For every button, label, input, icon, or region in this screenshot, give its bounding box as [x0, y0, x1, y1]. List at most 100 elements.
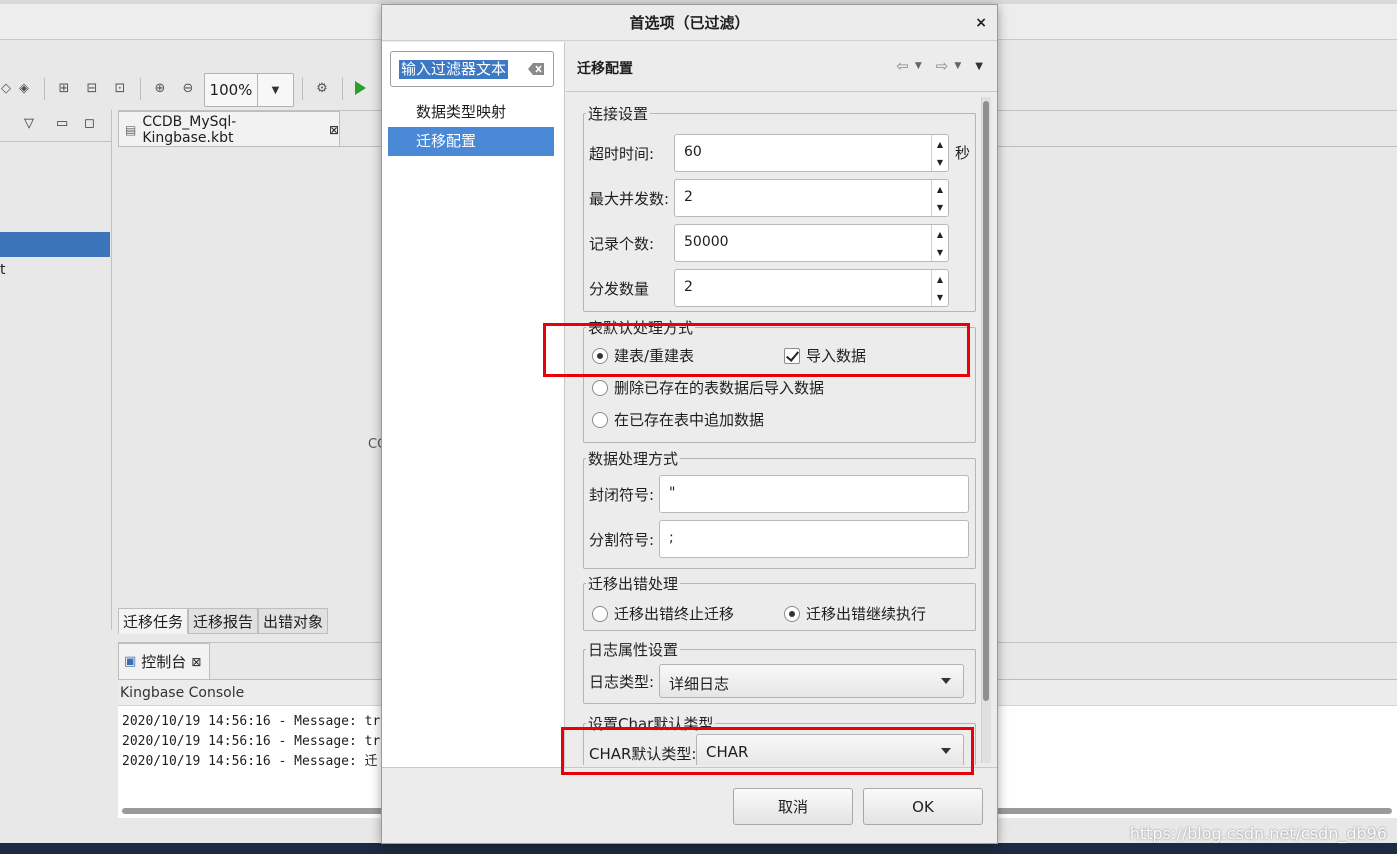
- max-concurrency-spinner[interactable]: 2 ▲ ▼: [674, 179, 949, 217]
- forward-arrow-icon[interactable]: ⇨: [936, 57, 949, 75]
- checkbox[interactable]: [784, 347, 800, 364]
- gear-icon[interactable]: ⚙: [312, 78, 332, 98]
- chevron-down-icon[interactable]: [941, 748, 951, 754]
- view-menu-icon[interactable]: ▽: [24, 116, 34, 131]
- dispatch-count-value: 2: [684, 279, 693, 295]
- chevron-down-icon[interactable]: ▼: [915, 61, 922, 71]
- checkbox-import-data-label: 导入数据: [806, 347, 867, 365]
- spin-down-icon[interactable]: ▼: [932, 153, 948, 171]
- back-arrow-icon[interactable]: ⇦: [896, 57, 909, 75]
- zoom-in-icon[interactable]: ⊕: [150, 78, 170, 98]
- radio-button[interactable]: [784, 605, 800, 622]
- tool-icon[interactable]: ◈: [14, 78, 34, 98]
- separator-value: ;: [669, 530, 674, 546]
- left-panel: ▽ ▭ ◻ t: [0, 110, 112, 630]
- watermark: https://blog.csdn.net/csdn_db96: [1129, 824, 1387, 843]
- nav-item-data-type-mapping[interactable]: 数据类型映射: [388, 98, 554, 127]
- console-tab[interactable]: ▣ 控制台 ⊠: [118, 643, 210, 679]
- spin-down-icon[interactable]: ▼: [932, 198, 948, 216]
- radio-create-rebuild-label: 建表/重建表: [614, 347, 695, 365]
- tab-error-objects[interactable]: 出错对象: [258, 608, 329, 634]
- enclose-label: 封闭符号:: [589, 485, 655, 504]
- taskbar: [0, 843, 1397, 854]
- filter-input[interactable]: 输入过滤器文本: [390, 51, 554, 87]
- char-type-select[interactable]: CHAR: [696, 734, 964, 765]
- char-type-value: CHAR: [706, 743, 749, 761]
- spin-up-icon[interactable]: ▲: [932, 225, 948, 243]
- timeout-spinner[interactable]: 60 ▲ ▼: [674, 134, 949, 172]
- content-scroll-area: 连接设置 超时时间: 60 ▲ ▼ 秒 最大并发数: 2 ▲ ▼ 记录个数: 500…: [566, 93, 997, 765]
- preferences-dialog: 首选项（已过滤） × 输入过滤器文本 数据类型映射 迁移配置 迁移配置 ⇦ ▼ …: [381, 4, 998, 844]
- timeout-value: 60: [684, 144, 702, 160]
- nav-item-migration-config[interactable]: 迁移配置: [388, 127, 554, 156]
- connection-settings-group: 连接设置 超时时间: 60 ▲ ▼ 秒 最大并发数: 2 ▲ ▼ 记录个数: 500…: [583, 103, 976, 312]
- dialog-title: 首选项（已过滤）: [629, 14, 750, 32]
- radio-error-stop-label: 迁移出错终止迁移: [614, 605, 735, 623]
- vertical-scrollbar[interactable]: [983, 101, 989, 701]
- checkbox-import-data[interactable]: 导入数据: [784, 345, 866, 366]
- zoom-select[interactable]: 100% ▼: [204, 73, 294, 107]
- dispatch-count-spinner[interactable]: 2 ▲ ▼: [674, 269, 949, 307]
- editor-sub-tabs: 迁移任务 迁移报告 出错对象: [118, 608, 329, 634]
- chevron-down-icon[interactable]: ▼: [954, 61, 961, 71]
- tree-item[interactable]: t: [0, 262, 6, 278]
- clear-filter-icon[interactable]: [528, 63, 544, 75]
- connection-settings-legend: 连接设置: [588, 105, 649, 123]
- radio-delete-then-import[interactable]: 删除已存在的表数据后导入数据: [592, 377, 824, 398]
- spin-up-icon[interactable]: ▲: [932, 180, 948, 198]
- editor-tab[interactable]: ▤ CCDB_MySql-Kingbase.kbt ⊠: [118, 111, 340, 147]
- spin-up-icon[interactable]: ▲: [932, 135, 948, 153]
- spin-down-icon[interactable]: ▼: [932, 288, 948, 306]
- radio-append-existing[interactable]: 在已存在表中追加数据: [592, 409, 764, 430]
- radio-create-rebuild[interactable]: 建表/重建表: [592, 345, 694, 366]
- preferences-content: 迁移配置 ⇦ ▼ ⇨ ▼ ▼ 连接设置 超时时间: 60 ▲ ▼ 秒 最大并发数…: [566, 42, 997, 767]
- enclose-value: ": [669, 485, 676, 501]
- layout-icon[interactable]: ⊟: [82, 78, 102, 98]
- run-icon[interactable]: [355, 81, 366, 95]
- close-button[interactable]: ×: [975, 5, 987, 41]
- radio-error-stop[interactable]: 迁移出错终止迁移: [592, 603, 734, 624]
- chevron-down-icon[interactable]: [941, 678, 951, 684]
- radio-button[interactable]: [592, 605, 608, 622]
- editor-tab-label: CCDB_MySql-Kingbase.kbt: [142, 113, 237, 146]
- radio-button[interactable]: [592, 347, 608, 364]
- record-count-value: 50000: [684, 234, 729, 250]
- data-processing-group: 数据处理方式 封闭符号: " 分割符号: ;: [583, 448, 976, 569]
- separator-input[interactable]: ;: [659, 520, 969, 558]
- ok-button[interactable]: OK: [863, 788, 983, 825]
- spin-up-icon[interactable]: ▲: [932, 270, 948, 288]
- preferences-nav: 输入过滤器文本 数据类型映射 迁移配置: [382, 42, 565, 767]
- log-type-select[interactable]: 详细日志: [659, 664, 964, 698]
- spin-down-icon[interactable]: ▼: [932, 243, 948, 261]
- close-icon[interactable]: ⊠: [191, 655, 201, 669]
- tab-migration-task[interactable]: 迁移任务: [118, 608, 189, 634]
- record-count-spinner[interactable]: 50000 ▲ ▼: [674, 224, 949, 262]
- radio-button[interactable]: [592, 379, 608, 396]
- maximize-icon[interactable]: ◻: [84, 116, 95, 131]
- left-panel-header: ▽ ▭ ◻: [0, 110, 111, 142]
- minimize-icon[interactable]: ▭: [56, 116, 68, 131]
- enclose-input[interactable]: ": [659, 475, 969, 513]
- file-icon: ▤: [125, 122, 137, 137]
- layout-icon[interactable]: ⊡: [110, 78, 130, 98]
- console-tab-label: 控制台: [141, 653, 187, 671]
- zoom-out-icon[interactable]: ⊖: [178, 78, 198, 98]
- dialog-footer: 取消 OK: [382, 767, 997, 843]
- content-header: 迁移配置 ⇦ ▼ ⇨ ▼ ▼: [566, 42, 997, 92]
- tab-migration-report[interactable]: 迁移报告: [188, 608, 259, 634]
- data-processing-legend: 数据处理方式: [588, 450, 679, 468]
- table-default-legend: 表默认处理方式: [588, 319, 694, 337]
- tree-selected-row[interactable]: [0, 232, 110, 257]
- log-type-value: 详细日志: [669, 675, 730, 693]
- toolbar-divider: [140, 78, 141, 100]
- chevron-down-icon[interactable]: ▼: [257, 74, 293, 106]
- layout-icon[interactable]: ⊞: [54, 78, 74, 98]
- radio-button[interactable]: [592, 411, 608, 428]
- radio-error-continue[interactable]: 迁移出错继续执行: [784, 603, 926, 624]
- view-menu-icon[interactable]: ▼: [975, 61, 983, 72]
- history-nav: ⇦ ▼ ⇨ ▼ ▼: [896, 57, 983, 75]
- close-icon[interactable]: ⊠: [329, 123, 339, 137]
- char-type-legend: 设置Char默认类型: [588, 715, 714, 733]
- separator-label: 分割符号:: [589, 530, 655, 549]
- cancel-button[interactable]: 取消: [733, 788, 853, 825]
